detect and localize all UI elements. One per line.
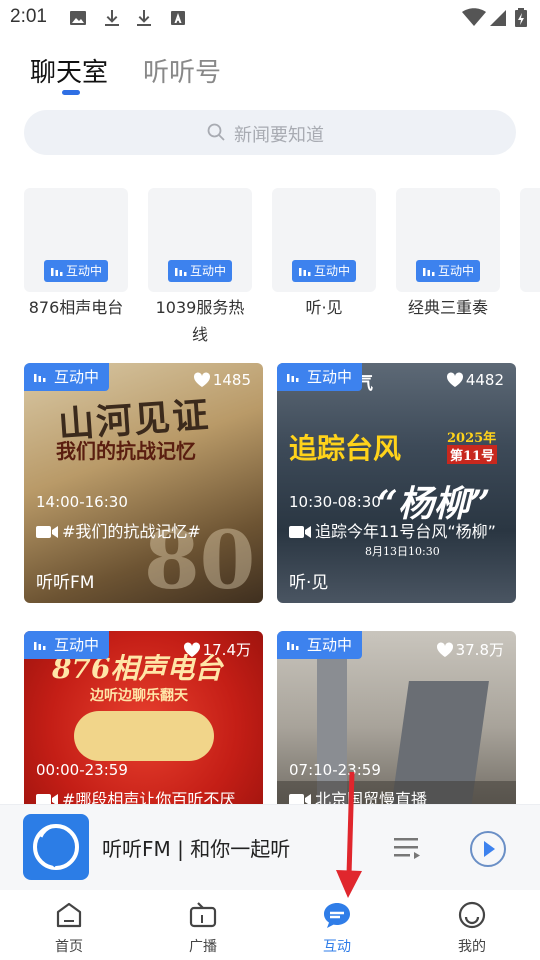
live-badge: 互动中 <box>416 260 480 282</box>
heart-icon <box>193 372 210 387</box>
heart-icon <box>436 642 453 657</box>
like-count: 17.4万 <box>183 639 251 660</box>
annotation-arrow-icon <box>336 771 362 898</box>
status-time: 2:01 <box>10 6 47 27</box>
heart-icon <box>183 642 200 657</box>
home-icon <box>56 902 82 928</box>
live-bars-icon <box>175 268 187 276</box>
live-room-card-anti-war-memory[interactable]: 山河见证 我们的抗战记忆 80 互动中 1485 14:00-16:30 #我们… <box>24 363 263 603</box>
topic-line: #我们的抗战记忆# <box>36 518 201 542</box>
live-badge: 互动中 <box>168 260 232 282</box>
like-count: 37.8万 <box>436 639 504 660</box>
poster-image: 山河见证 我们的抗战记忆 80 <box>24 363 263 603</box>
live-badge: 互动中 <box>24 363 110 391</box>
station-name: 听听FM <box>36 573 95 593</box>
broadcast-time: 14:00-16:30 <box>36 493 128 511</box>
download-notification-icon-2 <box>137 10 151 26</box>
search-placeholder: 新闻要知道 <box>234 125 324 146</box>
live-badge: 互动中 <box>24 631 110 659</box>
station-name: 经典三重奏 <box>407 298 488 317</box>
status-bar: 2:01 <box>0 0 540 36</box>
tab-tingting-accounts[interactable]: 听听号 <box>143 52 221 89</box>
broadcast-time: 10:30-08:30 <box>289 493 381 511</box>
video-camera-icon <box>289 526 311 538</box>
live-bars-icon <box>34 374 46 382</box>
topic-line: 追踪今年11号台风“杨柳” <box>289 518 496 542</box>
search-bar[interactable]: 新闻要知道 <box>24 110 516 155</box>
radio-icon <box>189 902 217 928</box>
battery-icon <box>515 8 527 27</box>
download-notification-icon <box>105 10 119 26</box>
chat-bubble-icon <box>324 903 350 928</box>
mini-player[interactable]: 听听FM | 和你一起听 <box>0 804 540 890</box>
tingting-logo-icon <box>33 824 79 870</box>
station-name: 听·见 <box>289 573 329 593</box>
heart-icon <box>446 372 463 387</box>
search-icon <box>207 123 225 141</box>
live-badge: 互动中 <box>277 631 363 659</box>
nav-home[interactable]: 首页 <box>24 890 114 960</box>
bottom-navigation: 首页 广播 互动 我的 <box>0 890 540 960</box>
live-bars-icon <box>287 374 299 382</box>
player-cover-art[interactable] <box>23 814 89 880</box>
font-notification-icon <box>171 11 185 25</box>
live-badge: 互动中 <box>292 260 356 282</box>
live-bars-icon <box>299 268 311 276</box>
like-count: 4482 <box>446 371 504 389</box>
live-badge: 互动中 <box>277 363 363 391</box>
playlist-icon[interactable] <box>392 835 422 861</box>
live-bars-icon <box>51 268 63 276</box>
signal-icon <box>490 10 506 26</box>
play-button-icon[interactable] <box>468 829 508 869</box>
live-bars-icon <box>423 268 435 276</box>
nav-profile[interactable]: 我的 <box>427 890 517 960</box>
active-tab-indicator <box>62 90 80 95</box>
like-count: 1485 <box>193 371 251 389</box>
live-badge: 互动中 <box>44 260 108 282</box>
nav-interact[interactable]: 互动 <box>292 890 382 960</box>
station-name: 1039服务热线 <box>155 298 245 344</box>
tab-chatroom[interactable]: 聊天室 <box>30 52 108 89</box>
station-thumbnail <box>520 188 540 292</box>
live-bars-icon <box>34 642 46 650</box>
player-title: 听听FM | 和你一起听 <box>102 837 291 861</box>
profile-icon <box>458 901 486 929</box>
nav-radio[interactable]: 广播 <box>158 890 248 960</box>
station-name: 听·见 <box>305 298 343 317</box>
station-name: 876相声电台 <box>28 298 124 317</box>
video-camera-icon <box>36 526 58 538</box>
live-bars-icon <box>287 642 299 650</box>
poster-image: 天气 追踪台风 2025年 第11号 “杨柳” 8月13日10:30 <box>277 363 516 603</box>
live-room-card-typhoon[interactable]: 天气 追踪台风 2025年 第11号 “杨柳” 8月13日10:30 互动中 4… <box>277 363 516 603</box>
image-notification-icon <box>70 11 86 25</box>
wifi-icon <box>462 8 486 26</box>
broadcast-time: 00:00-23:59 <box>36 761 128 779</box>
